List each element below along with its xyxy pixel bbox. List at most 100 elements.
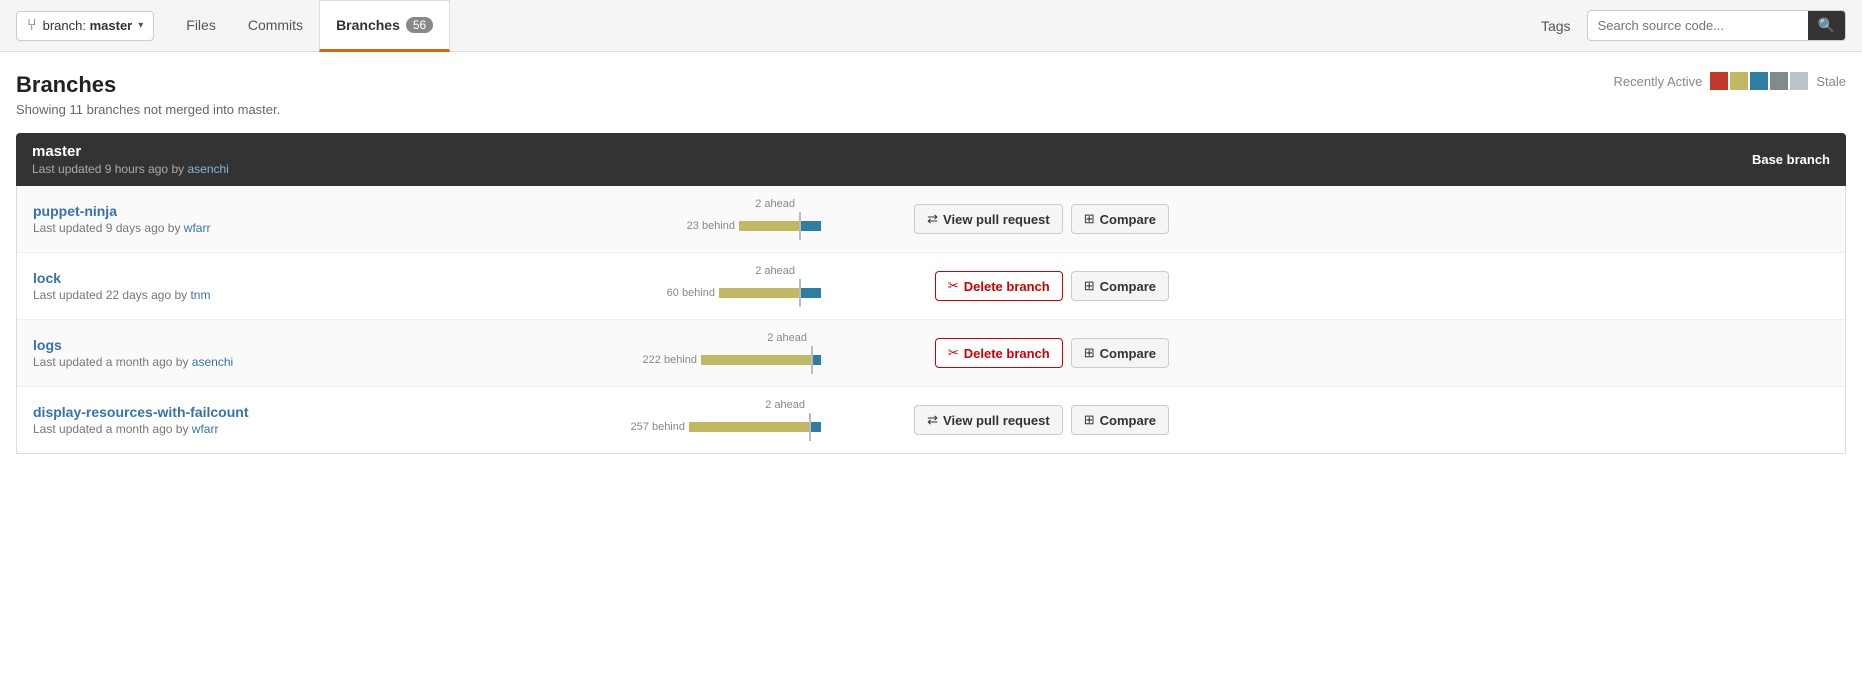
branch-meta: Last updated a month ago by asenchi (33, 355, 413, 369)
graph-inner: 2 ahead 257 behind (421, 399, 821, 441)
branch-info: logs Last updated a month ago by asenchi (33, 337, 413, 369)
search-button[interactable]: 🔍 (1808, 11, 1845, 40)
compare-button[interactable]: ⊞ Compare (1071, 204, 1169, 234)
compare-icon: ⊞ (1084, 211, 1095, 227)
delete-icon: ✂ (948, 345, 959, 361)
branch-row: puppet-ninja Last updated 9 days ago by … (17, 186, 1845, 253)
behind-count: 222 behind (643, 354, 701, 366)
branch-name-link[interactable]: puppet-ninja (33, 203, 117, 219)
master-branch-info: master Last updated 9 hours ago by asenc… (32, 143, 229, 176)
main-content: Branches Showing 11 branches not merged … (0, 52, 1862, 454)
branch-meta: Last updated 9 days ago by wfarr (33, 221, 413, 235)
graph-section: 2 ahead 257 behind (421, 399, 821, 441)
bar-row: 257 behind (421, 413, 821, 441)
graph-section: 2 ahead 23 behind (421, 198, 821, 240)
graph-section: 2 ahead 222 behind (421, 332, 821, 374)
graph-inner: 2 ahead 60 behind (421, 265, 821, 307)
legend-stale-label: Stale (1816, 74, 1846, 89)
compare-icon: ⊞ (1084, 278, 1095, 294)
compare-icon: ⊞ (1084, 412, 1095, 428)
graph-inner: 2 ahead 23 behind (421, 198, 821, 240)
branch-actions: ✂ Delete branch ⊞ Compare (829, 271, 1169, 301)
ahead-label: 2 ahead (755, 198, 821, 210)
behind-count: 23 behind (687, 220, 739, 232)
branch-author-link[interactable]: wfarr (184, 221, 211, 235)
ahead-label: 2 ahead (767, 332, 821, 344)
branch-actions: ⇄ View pull request ⊞ Compare (829, 405, 1169, 435)
pull-request-icon: ⇄ (927, 211, 938, 227)
tags-link[interactable]: Tags (1525, 18, 1587, 34)
legend-color-3 (1750, 72, 1768, 90)
branch-meta: Last updated a month ago by wfarr (33, 422, 413, 436)
action1-button[interactable]: ✂ Delete branch (935, 338, 1063, 368)
behind-bar (701, 355, 811, 365)
legend-color-1 (1710, 72, 1728, 90)
branch-row: logs Last updated a month ago by asenchi… (17, 320, 1845, 387)
branch-name-link[interactable]: display-resources-with-failcount (33, 404, 248, 420)
branch-label: branch: master (43, 18, 133, 33)
branch-row: lock Last updated 22 days ago by tnm 2 a… (17, 253, 1845, 320)
behind-bar (739, 221, 799, 231)
ahead-label: 2 ahead (765, 399, 821, 411)
compare-button[interactable]: ⊞ Compare (1071, 338, 1169, 368)
branch-legend: Recently Active Stale (1613, 72, 1846, 90)
behind-count: 60 behind (667, 287, 719, 299)
tab-files[interactable]: Files (170, 0, 232, 52)
navbar: ⑂ branch: master ▾ Files Commits Branche… (0, 0, 1862, 52)
branch-author-link[interactable]: asenchi (192, 355, 233, 369)
action1-button[interactable]: ✂ Delete branch (935, 271, 1063, 301)
branch-info: puppet-ninja Last updated 9 days ago by … (33, 203, 413, 235)
legend-color-4 (1770, 72, 1788, 90)
branches-count-badge: 56 (406, 17, 433, 33)
compare-icon: ⊞ (1084, 345, 1095, 361)
tab-commits[interactable]: Commits (232, 0, 319, 52)
behind-bar (689, 422, 809, 432)
base-branch-label: Base branch (1752, 152, 1830, 167)
legend-colors (1710, 72, 1808, 90)
ahead-bar (811, 422, 821, 432)
bar-row: 23 behind (421, 212, 821, 240)
page-title: Branches (16, 72, 280, 98)
legend-color-5 (1790, 72, 1808, 90)
delete-icon: ✂ (948, 278, 959, 294)
action1-button[interactable]: ⇄ View pull request (914, 204, 1063, 234)
branch-row: display-resources-with-failcount Last up… (17, 387, 1845, 453)
page-title-block: Branches Showing 11 branches not merged … (16, 72, 280, 117)
ahead-bar (801, 221, 821, 231)
master-branch-header: master Last updated 9 hours ago by asenc… (16, 133, 1846, 186)
branch-author-link[interactable]: wfarr (192, 422, 219, 436)
pull-request-icon: ⇄ (927, 412, 938, 428)
branch-author-link[interactable]: tnm (190, 288, 210, 302)
graph-section: 2 ahead 60 behind (421, 265, 821, 307)
tab-branches[interactable]: Branches 56 (319, 0, 450, 52)
master-branch-meta: Last updated 9 hours ago by asenchi (32, 162, 229, 176)
graph-inner: 2 ahead 222 behind (421, 332, 821, 374)
chevron-down-icon: ▾ (138, 20, 143, 31)
branch-actions: ⇄ View pull request ⊞ Compare (829, 204, 1169, 234)
ahead-bar (813, 355, 821, 365)
behind-count: 257 behind (631, 421, 689, 433)
action1-button[interactable]: ⇄ View pull request (914, 405, 1063, 435)
branch-name-link[interactable]: lock (33, 270, 61, 286)
behind-bar (719, 288, 799, 298)
branch-name-link[interactable]: logs (33, 337, 62, 353)
branch-selector[interactable]: ⑂ branch: master ▾ (16, 11, 154, 41)
branch-meta: Last updated 22 days ago by tnm (33, 288, 413, 302)
branch-list: puppet-ninja Last updated 9 days ago by … (16, 186, 1846, 454)
search-input[interactable] (1588, 13, 1808, 38)
branch-info: lock Last updated 22 days ago by tnm (33, 270, 413, 302)
master-branch-name: master (32, 143, 229, 160)
master-branch-author[interactable]: asenchi (187, 162, 228, 176)
page-header: Branches Showing 11 branches not merged … (16, 72, 1846, 117)
bar-row: 222 behind (421, 346, 821, 374)
legend-color-2 (1730, 72, 1748, 90)
legend-active-label: Recently Active (1613, 74, 1702, 89)
compare-button[interactable]: ⊞ Compare (1071, 405, 1169, 435)
branch-icon: ⑂ (27, 17, 37, 35)
search-box: 🔍 (1587, 10, 1846, 41)
branch-info: display-resources-with-failcount Last up… (33, 404, 413, 436)
page-subtitle: Showing 11 branches not merged into mast… (16, 102, 280, 117)
ahead-label: 2 ahead (755, 265, 821, 277)
compare-button[interactable]: ⊞ Compare (1071, 271, 1169, 301)
bar-row: 60 behind (421, 279, 821, 307)
